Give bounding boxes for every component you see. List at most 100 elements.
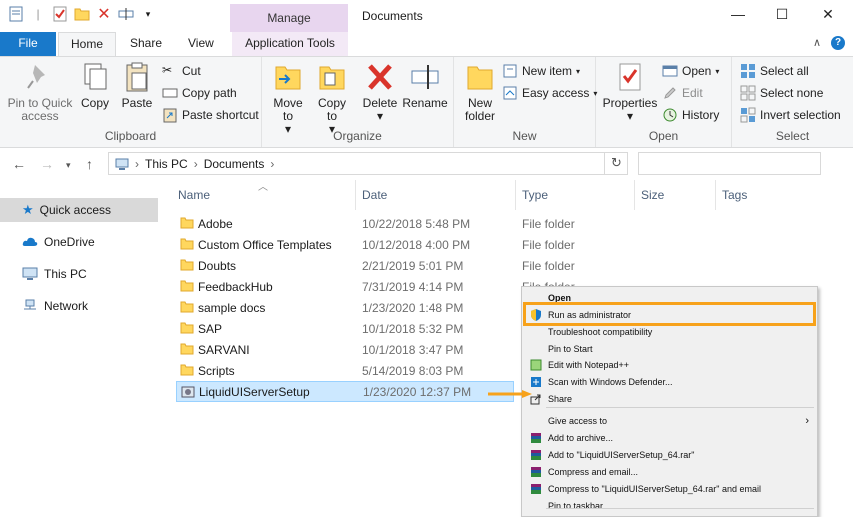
column-header-name[interactable]: Name <box>178 188 210 202</box>
delete-qat-icon[interactable]: ✕ <box>96 6 112 23</box>
copy-to-button[interactable]: Copy to ▾ <box>312 61 352 136</box>
column-separator <box>515 180 516 210</box>
ctx-item-label: Share <box>548 394 573 404</box>
breadcrumb-chevron-icon: › <box>270 156 275 171</box>
ctx-scan-defender[interactable]: Scan with Windows Defender... <box>522 374 817 390</box>
new-group: New folder New item ▾ Easy access ▾ New <box>454 57 597 147</box>
nav-item-this-pc[interactable]: This PC <box>0 262 158 286</box>
ctx-edit-notepad[interactable]: Edit with Notepad++ <box>522 357 817 373</box>
open-button[interactable]: Open ▾ <box>662 63 719 79</box>
ctx-item-label: Compress and email... <box>548 467 639 477</box>
history-button[interactable]: History <box>662 107 719 123</box>
checkmark-qat-icon[interactable] <box>52 6 68 22</box>
rename-qat-icon[interactable] <box>118 6 134 22</box>
folder-row[interactable]: Custom Office Templates 10/12/2018 4:00 P… <box>176 234 776 255</box>
copy-button[interactable]: Copy <box>78 61 112 110</box>
run-as-admin-highlight <box>523 302 816 326</box>
tab-share[interactable]: Share <box>118 32 174 56</box>
address-bar[interactable]: › This PC › Documents › <box>108 152 628 175</box>
copy-path-button[interactable]: Copy path <box>162 85 237 101</box>
customize-qat-icon[interactable]: ▾ <box>140 6 156 22</box>
ctx-item-label: Add to "LiquidUIServerSetup_64.rar" <box>548 450 695 460</box>
ctx-share[interactable]: Share <box>522 391 817 407</box>
tab-application-tools[interactable]: Application Tools <box>232 32 348 56</box>
maximize-button[interactable]: ☐ <box>762 6 802 23</box>
breadcrumb-chevron-icon: › <box>135 156 139 171</box>
select-group: Select all Select none Invert selection … <box>732 57 853 147</box>
new-folder-icon <box>467 66 493 90</box>
folder-row[interactable]: Adobe 10/22/2018 5:48 PM File folder <box>176 213 776 234</box>
separator-icon: | <box>36 7 40 21</box>
paste-shortcut-button[interactable]: Paste shortcut <box>162 107 259 123</box>
ctx-give-access[interactable]: Give access to › <box>522 413 817 429</box>
search-input[interactable] <box>638 152 821 175</box>
easy-access-button[interactable]: Easy access ▾ <box>502 85 597 101</box>
column-header-date[interactable]: Date <box>362 188 387 202</box>
nav-item-quick-access[interactable]: ★ Quick access <box>0 198 158 222</box>
ctx-item-label: Give access to <box>548 416 608 426</box>
manage-context-tab[interactable]: Manage <box>230 4 348 32</box>
delete-button[interactable]: Delete ▾ <box>360 61 400 123</box>
nav-item-onedrive[interactable]: OneDrive <box>0 230 158 254</box>
new-folder-button[interactable]: New folder <box>460 61 500 123</box>
new-item-button[interactable]: New item ▾ <box>502 63 580 79</box>
paste-icon <box>126 62 148 92</box>
file-date: 10/1/2018 5:32 PM <box>362 321 464 336</box>
invert-selection-button[interactable]: Invert selection <box>740 107 841 123</box>
history-icon <box>663 108 677 122</box>
refresh-button[interactable]: ↻ <box>604 152 628 175</box>
move-to-button[interactable]: Move to ▾ <box>268 61 308 136</box>
tab-view[interactable]: View <box>176 32 226 56</box>
this-pc-icon <box>115 158 129 170</box>
edit-button[interactable]: Edit <box>662 85 703 101</box>
properties-button[interactable]: Properties ▾ <box>602 61 658 123</box>
select-group-label: Select <box>775 129 810 143</box>
folder-icon <box>180 280 194 292</box>
selected-file-row[interactable]: LiquidUIServerSetup 1/23/2020 12:37 PM <box>176 381 514 402</box>
ctx-add-to-rar[interactable]: Add to "LiquidUIServerSetup_64.rar" <box>522 447 817 463</box>
copy-to-icon <box>319 66 345 90</box>
ctx-pin-to-taskbar[interactable]: Pin to taskbar <box>522 498 817 514</box>
move-to-icon <box>275 66 301 90</box>
tab-file[interactable]: File <box>0 32 56 56</box>
breadcrumb-documents[interactable]: Documents <box>204 157 265 171</box>
recent-locations-icon[interactable]: ▾ <box>66 160 71 171</box>
new-folder-qat-icon[interactable] <box>74 6 90 22</box>
column-header-type[interactable]: Type <box>522 188 548 202</box>
file-date: 10/22/2018 5:48 PM <box>362 216 471 231</box>
folder-row[interactable]: Doubts 2/21/2019 5:01 PM File folder <box>176 255 776 276</box>
ctx-compress-email[interactable]: Compress and email... <box>522 464 817 480</box>
folder-icon <box>180 343 194 355</box>
select-none-button[interactable]: Select none <box>740 85 823 101</box>
up-arrow-icon[interactable]: ↑ <box>86 156 93 172</box>
forward-arrow-icon[interactable]: → <box>40 156 54 172</box>
open-icon <box>662 65 678 77</box>
windows-defender-icon <box>531 377 541 387</box>
breadcrumb-this-pc[interactable]: This PC <box>145 157 188 171</box>
help-icon[interactable]: ? <box>831 36 845 50</box>
ctx-add-to-archive[interactable]: Add to archive... <box>522 430 817 446</box>
select-all-button[interactable]: Select all <box>740 63 809 79</box>
paste-button[interactable]: Paste <box>118 61 156 110</box>
nav-item-network[interactable]: Network <box>0 294 158 318</box>
back-arrow-icon[interactable]: ← <box>12 156 26 172</box>
breadcrumb-chevron-icon: › <box>193 156 198 171</box>
rename-button[interactable]: Rename <box>402 61 448 110</box>
tab-home[interactable]: Home <box>58 32 117 56</box>
collapse-ribbon-icon[interactable]: ∧ <box>813 36 821 50</box>
ctx-pin-to-start[interactable]: Pin to Start <box>522 341 817 357</box>
ctx-item-label: Troubleshoot compatibility <box>548 327 653 337</box>
file-date: 10/1/2018 3:47 PM <box>362 342 464 357</box>
minimize-button[interactable]: — <box>718 6 758 22</box>
setup-icon <box>181 386 195 398</box>
pin-to-quick-access-button[interactable]: Pin to Quick access <box>4 61 76 123</box>
file-name: Custom Office Templates <box>198 237 332 252</box>
close-button[interactable]: ✕ <box>808 6 848 23</box>
ctx-troubleshoot[interactable]: Troubleshoot compatibility <box>522 324 817 340</box>
winrar-icon <box>531 433 541 443</box>
cut-button[interactable]: ✂ Cut <box>162 63 201 79</box>
ctx-compress-rar-email[interactable]: Compress to "LiquidUIServerSetup_64.rar"… <box>522 481 817 497</box>
column-header-size[interactable]: Size <box>641 188 664 202</box>
properties-qat-icon[interactable] <box>8 6 24 22</box>
column-header-tags[interactable]: Tags <box>722 188 747 202</box>
